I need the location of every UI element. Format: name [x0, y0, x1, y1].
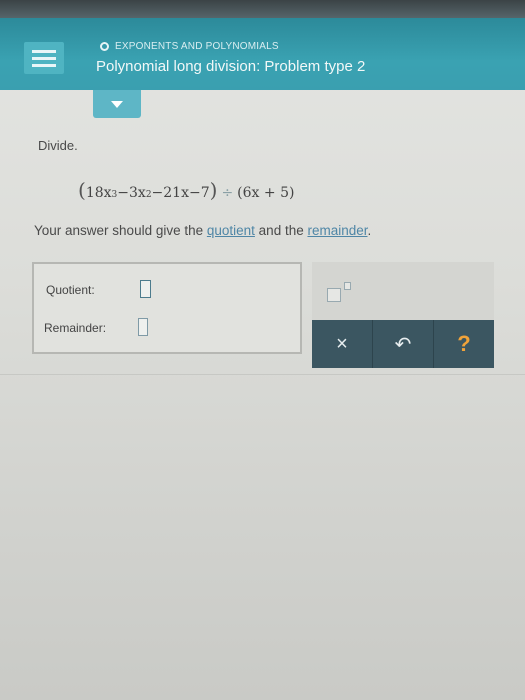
term-3x: −3x: [117, 185, 146, 201]
answer-note: Your answer should give the quotient and…: [34, 223, 371, 238]
remainder-label: Remainder:: [44, 321, 107, 335]
collapse-button[interactable]: [93, 90, 141, 118]
menu-icon-bar: [32, 49, 56, 53]
open-paren: (: [78, 178, 86, 202]
topic-label: EXPONENTS AND POLYNOMIALS: [115, 40, 279, 52]
answer-note-prefix: Your answer should give the: [34, 223, 207, 238]
clear-button[interactable]: ×: [312, 320, 373, 368]
topic-line: EXPONENTS AND POLYNOMIALS: [100, 38, 279, 54]
answer-note-mid: and the: [254, 223, 308, 238]
menu-icon-bar: [32, 63, 56, 67]
math-tool-panel: [312, 262, 494, 320]
quotient-input[interactable]: [140, 280, 151, 298]
menu-button[interactable]: [24, 42, 64, 74]
menu-icon-bar: [32, 56, 56, 60]
problem-expression: ( 18x 3 −3x 2 −21x−7 ) ÷ (6x + 5): [78, 178, 294, 202]
remainder-link[interactable]: remainder: [307, 223, 367, 238]
exponent-template-icon[interactable]: [327, 282, 351, 302]
quotient-link[interactable]: quotient: [207, 223, 255, 238]
instruction-text: Divide.: [38, 138, 78, 153]
undo-button[interactable]: ↶: [373, 320, 434, 368]
close-paren: ): [209, 178, 218, 202]
section-divider: [0, 374, 525, 375]
remainder-input[interactable]: [138, 318, 148, 336]
term-21x-7: −21x−7: [151, 185, 210, 201]
answer-note-end: .: [367, 223, 372, 238]
chevron-down-icon: [111, 100, 123, 108]
top-header: EXPONENTS AND POLYNOMIALS Polynomial lon…: [0, 18, 525, 90]
help-button[interactable]: ?: [434, 320, 494, 368]
exponent-superscript-box: [344, 282, 351, 290]
page-title: Polynomial long division: Problem type 2: [96, 58, 366, 75]
quotient-label: Quotient:: [46, 283, 95, 297]
exponent-base-box: [327, 288, 341, 302]
action-bar: × ↶ ?: [312, 320, 494, 368]
answer-box: Quotient: Remainder:: [32, 262, 302, 354]
monitor-bezel: [0, 0, 525, 18]
term-18x: 18x: [85, 185, 112, 201]
topic-status-icon: [100, 41, 109, 51]
divisor: 6x + 5: [242, 185, 289, 201]
divide-symbol: ÷: [221, 185, 234, 201]
divisor-close-paren: ): [288, 185, 295, 201]
